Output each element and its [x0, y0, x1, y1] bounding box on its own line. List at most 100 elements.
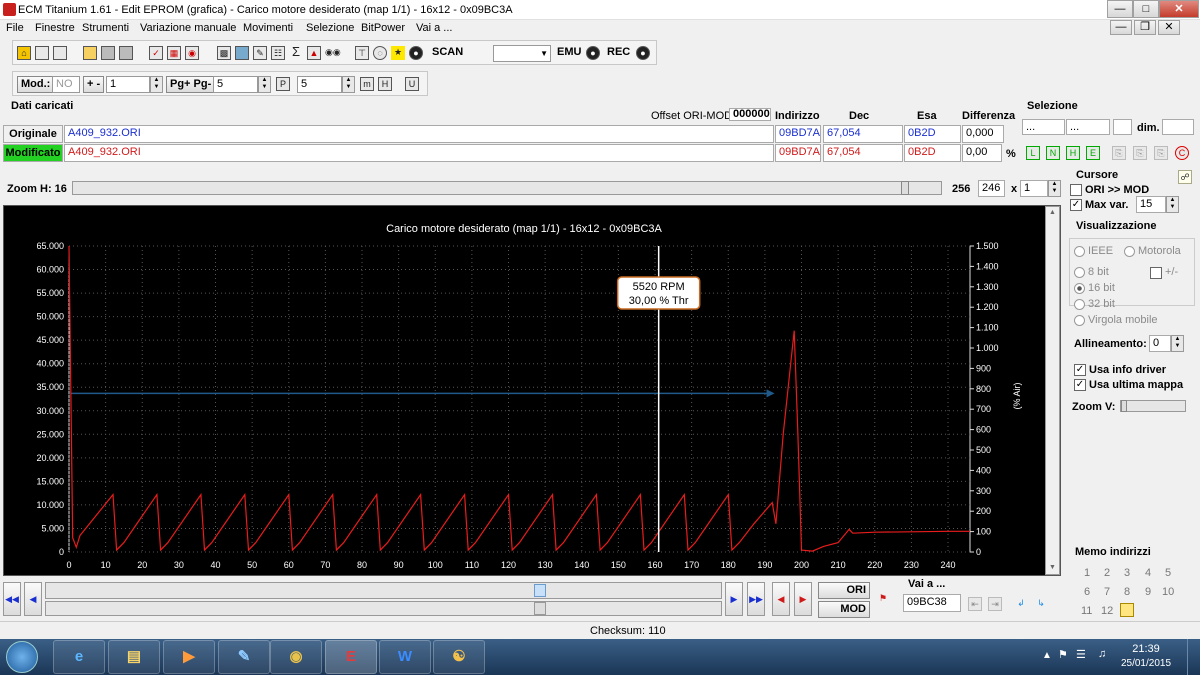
maximize-button[interactable]: □: [1133, 0, 1159, 18]
tool-icon[interactable]: ⊤: [355, 46, 369, 60]
ieee-radio[interactable]: [1074, 246, 1085, 257]
open-folder-icon[interactable]: [83, 46, 97, 60]
select-n-icon[interactable]: N: [1046, 146, 1060, 160]
copy-icon[interactable]: ⎘: [1112, 146, 1126, 160]
show-desktop-button[interactable]: [1187, 639, 1200, 675]
memo-slot[interactable]: 11: [1081, 605, 1092, 617]
calculator-icon[interactable]: ☷: [271, 46, 285, 60]
select-e-icon[interactable]: E: [1086, 146, 1100, 160]
p-spinner[interactable]: ▲ ▼: [342, 76, 355, 93]
zoom-v-thumb[interactable]: [1121, 400, 1127, 412]
last-map-checkbox[interactable]: ✓: [1074, 379, 1086, 391]
driver-info-checkbox[interactable]: ✓: [1074, 364, 1086, 376]
cpu-icon[interactable]: ▩: [217, 46, 231, 60]
ecm-taskbar-icon[interactable]: E: [325, 640, 377, 674]
minimize-button[interactable]: —: [1107, 0, 1133, 18]
child-close-button[interactable]: ✕: [1158, 20, 1180, 35]
menu-bitpower[interactable]: BitPower: [361, 22, 405, 34]
explorer-taskbar-icon[interactable]: ▤: [108, 640, 160, 674]
first-page-button[interactable]: ◀◀: [3, 582, 21, 616]
tray-arrow-icon[interactable]: ▲: [1042, 650, 1052, 661]
window-icon[interactable]: [35, 46, 49, 60]
plusminus-field[interactable]: 1: [106, 76, 150, 93]
paint-taskbar-icon[interactable]: ☯: [433, 640, 485, 674]
memo-slot[interactable]: 6: [1084, 586, 1090, 598]
mod-field[interactable]: NO: [52, 76, 80, 93]
tray-flag-icon[interactable]: ⚑: [1058, 648, 1068, 661]
clock-time[interactable]: 21:39: [1125, 643, 1167, 655]
memo-slot[interactable]: 9: [1145, 586, 1151, 598]
horizontal-scroll-2[interactable]: [45, 601, 722, 616]
pg-label[interactable]: Pg+ Pg-: [166, 76, 216, 93]
max-var-field[interactable]: 15: [1136, 196, 1166, 213]
clock-date[interactable]: 25/01/2015: [1118, 658, 1174, 669]
dial-icon[interactable]: ◉: [185, 46, 199, 60]
goto-right-icon[interactable]: ⇥: [988, 597, 1002, 611]
word-taskbar-icon[interactable]: W: [379, 640, 431, 674]
flag-icon[interactable]: ⚑: [876, 592, 890, 606]
marker-right-icon[interactable]: ↳: [1034, 597, 1048, 611]
checklist-icon[interactable]: ✓: [149, 46, 163, 60]
list-icon[interactable]: [53, 46, 67, 60]
binoculars-icon[interactable]: ◉◉: [325, 46, 341, 60]
goto-field[interactable]: 09BC38: [903, 594, 961, 612]
memo-slot[interactable]: 12: [1101, 605, 1113, 617]
align-spinner[interactable]: ▲ ▼: [1171, 335, 1184, 352]
menu-movimenti[interactable]: Movimenti: [243, 22, 293, 34]
network-icon[interactable]: ☰: [1076, 648, 1086, 661]
chart[interactable]: Carico motore desiderato (map 1/1) - 16x…: [4, 206, 1062, 577]
prev-page-button[interactable]: ◀: [24, 582, 42, 616]
save-icon[interactable]: [101, 46, 115, 60]
next-page-button[interactable]: ▶: [725, 582, 743, 616]
chart-vscroll[interactable]: ▲ ▼: [1045, 206, 1060, 575]
memo-slot[interactable]: 10: [1162, 586, 1174, 598]
max-var-checkbox[interactable]: ✓: [1070, 199, 1082, 211]
paste-icon[interactable]: ⎘: [1133, 146, 1147, 160]
marker-left-icon[interactable]: ↲: [1014, 597, 1028, 611]
padlock-icon[interactable]: ☍: [1178, 170, 1192, 184]
zoom-h-track[interactable]: [72, 181, 942, 195]
pencil-icon[interactable]: ✎: [253, 46, 267, 60]
bit32-radio[interactable]: [1074, 299, 1085, 310]
menu-finestre[interactable]: Finestre: [35, 22, 75, 34]
float-radio[interactable]: [1074, 315, 1085, 326]
mod-button[interactable]: MOD: [818, 601, 870, 618]
phone-icon[interactable]: [235, 46, 249, 60]
max-var-spinner[interactable]: ▲ ▼: [1166, 196, 1179, 213]
lock-icon[interactable]: ◌: [373, 46, 387, 60]
bit8-radio[interactable]: [1074, 267, 1085, 278]
m-icon[interactable]: m: [360, 77, 374, 91]
plusminus-spinner[interactable]: ▲ ▼: [150, 76, 163, 93]
plusminus-label[interactable]: + -: [83, 76, 105, 93]
p-field[interactable]: 5: [297, 76, 342, 93]
select-h-icon[interactable]: H: [1066, 146, 1080, 160]
memo-slot[interactable]: 2: [1104, 567, 1110, 579]
u-icon[interactable]: U: [405, 77, 419, 91]
dim-field[interactable]: [1162, 119, 1194, 135]
h-icon[interactable]: H: [378, 77, 392, 91]
goto-left-icon[interactable]: ⇤: [968, 597, 982, 611]
bit16-radio[interactable]: [1074, 283, 1085, 294]
memo-slot[interactable]: 5: [1165, 567, 1171, 579]
modified-diff[interactable]: 0,00: [962, 144, 1002, 162]
selection-end[interactable]: ...: [1066, 119, 1110, 135]
menu-selezione[interactable]: Selezione: [306, 22, 354, 34]
selection-extra[interactable]: [1113, 119, 1132, 135]
align-field[interactable]: 0: [1149, 335, 1171, 352]
reset-icon[interactable]: C: [1175, 146, 1189, 160]
save-as-icon[interactable]: [119, 46, 133, 60]
record-dot-icon[interactable]: ●: [409, 46, 423, 60]
select-l-icon[interactable]: L: [1026, 146, 1040, 160]
memo-slot[interactable]: 7: [1104, 586, 1110, 598]
pg-field[interactable]: 5: [213, 76, 258, 93]
ie-taskbar-icon[interactable]: e: [53, 640, 105, 674]
scroll-up-icon[interactable]: ▲: [1049, 209, 1056, 216]
calendar-icon[interactable]: ▦: [167, 46, 181, 60]
motorola-radio[interactable]: [1124, 246, 1135, 257]
ori-mod-checkbox[interactable]: [1070, 184, 1082, 196]
home-icon[interactable]: ⌂: [17, 46, 31, 60]
chart-panel[interactable]: Carico motore desiderato (map 1/1) - 16x…: [3, 205, 1061, 576]
chart-icon[interactable]: ▲: [307, 46, 321, 60]
rec-record-icon[interactable]: ●: [636, 46, 650, 60]
selection-start[interactable]: ...: [1022, 119, 1065, 135]
